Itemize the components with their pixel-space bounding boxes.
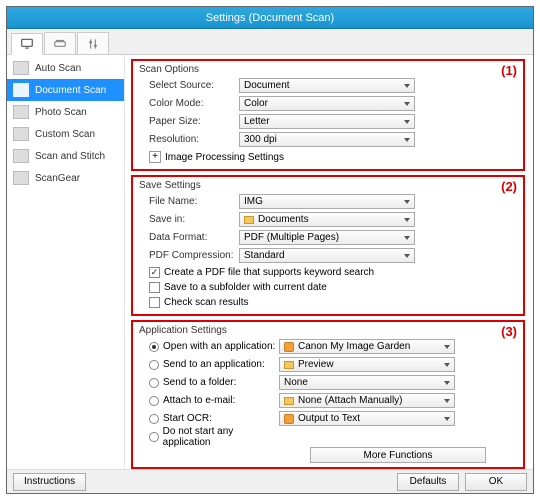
settings-panel: (1) Scan Options Select Source: Document… (125, 55, 533, 469)
do-not-start-radio[interactable]: Do not start any application (139, 426, 279, 448)
select-source-label: Select Source: (139, 80, 239, 91)
folder-icon (284, 397, 294, 405)
region-2-marker: (2) (501, 179, 517, 194)
app-icon (284, 414, 294, 424)
save-settings-title: Save Settings (139, 180, 517, 191)
photo-scan-icon (13, 105, 29, 119)
dialog-footer: Instructions Defaults OK (7, 469, 533, 493)
pdf-compression-label: PDF Compression: (139, 250, 239, 261)
sidebar: Auto Scan Document Scan Photo Scan Custo… (7, 55, 125, 469)
keyword-pdf-checkbox-row[interactable]: ✓ Create a PDF file that supports keywor… (139, 265, 517, 280)
more-functions-button[interactable]: More Functions (310, 447, 486, 463)
scanner-icon (52, 37, 68, 51)
settings-dialog: Settings (Document Scan) Auto Scan Docum… (6, 6, 534, 494)
sidebar-item-document-scan[interactable]: Document Scan (7, 79, 124, 101)
sliders-icon (85, 37, 101, 51)
send-to-folder-radio[interactable]: Send to a folder: (139, 377, 279, 388)
data-format-dropdown[interactable]: PDF (Multiple Pages) (239, 230, 415, 245)
check-results-checkbox-row[interactable]: Check scan results (139, 295, 517, 310)
scangear-icon (13, 171, 29, 185)
checkbox-icon (149, 282, 160, 293)
custom-scan-icon (13, 127, 29, 141)
radio-icon (149, 414, 159, 424)
select-source-dropdown[interactable]: Document (239, 78, 415, 93)
region-application-settings: (3) Application Settings Open with an ap… (131, 320, 525, 469)
image-processing-expander[interactable]: + Image Processing Settings (139, 149, 517, 165)
sidebar-item-scan-and-stitch[interactable]: Scan and Stitch (7, 145, 124, 167)
monitor-icon (19, 37, 35, 51)
open-with-app-radio[interactable]: Open with an application: (139, 341, 279, 352)
send-to-app-radio[interactable]: Send to an application: (139, 359, 279, 370)
pdf-compression-dropdown[interactable]: Standard (239, 248, 415, 263)
open-with-app-dropdown[interactable]: Canon My Image Garden (279, 339, 455, 354)
radio-icon (149, 378, 159, 388)
titlebar: Settings (Document Scan) (7, 7, 533, 29)
window-title: Settings (Document Scan) (206, 12, 334, 24)
scan-stitch-icon (13, 149, 29, 163)
resolution-label: Resolution: (139, 134, 239, 145)
instructions-button[interactable]: Instructions (13, 473, 86, 491)
paper-size-dropdown[interactable]: Letter (239, 114, 415, 129)
ok-button[interactable]: OK (465, 473, 527, 491)
plus-icon: + (149, 151, 161, 163)
start-ocr-dropdown[interactable]: Output to Text (279, 411, 455, 426)
defaults-button[interactable]: Defaults (397, 473, 459, 491)
sidebar-item-scangear[interactable]: ScanGear (7, 167, 124, 189)
save-in-dropdown[interactable]: Documents (239, 212, 415, 227)
sidebar-item-auto-scan[interactable]: Auto Scan (7, 57, 124, 79)
sidebar-item-custom-scan[interactable]: Custom Scan (7, 123, 124, 145)
send-to-folder-dropdown[interactable]: None (279, 375, 455, 390)
app-icon (284, 342, 294, 352)
paper-size-label: Paper Size: (139, 116, 239, 127)
region-save-settings: (2) Save Settings File Name: IMG Save in… (131, 175, 525, 316)
region-1-marker: (1) (501, 63, 517, 78)
resolution-dropdown[interactable]: 300 dpi (239, 132, 415, 147)
auto-scan-icon (13, 61, 29, 75)
folder-icon (284, 361, 294, 369)
send-to-app-dropdown[interactable]: Preview (279, 357, 455, 372)
radio-checked-icon (149, 342, 159, 352)
start-ocr-radio[interactable]: Start OCR: (139, 413, 279, 424)
document-scan-icon (13, 83, 29, 97)
subfolder-checkbox-row[interactable]: Save to a subfolder with current date (139, 280, 517, 295)
region-scan-options: (1) Scan Options Select Source: Document… (131, 59, 525, 171)
attach-email-dropdown[interactable]: None (Attach Manually) (279, 393, 455, 408)
app-settings-title: Application Settings (139, 325, 517, 336)
scan-options-title: Scan Options (139, 64, 517, 75)
radio-icon (149, 396, 159, 406)
region-3-marker: (3) (501, 324, 517, 339)
attach-email-radio[interactable]: Attach to e-mail: (139, 395, 279, 406)
radio-icon (149, 360, 159, 370)
sidebar-item-photo-scan[interactable]: Photo Scan (7, 101, 124, 123)
folder-icon (244, 216, 254, 224)
checkbox-checked-icon: ✓ (149, 267, 160, 278)
file-name-label: File Name: (139, 196, 239, 207)
tab-scan-from-panel[interactable] (44, 32, 76, 54)
save-in-label: Save in: (139, 214, 239, 225)
tab-scan-from-computer[interactable] (11, 33, 43, 55)
data-format-label: Data Format: (139, 232, 239, 243)
file-name-dropdown[interactable]: IMG (239, 194, 415, 209)
color-mode-label: Color Mode: (139, 98, 239, 109)
radio-icon (149, 432, 159, 442)
checkbox-icon (149, 297, 160, 308)
color-mode-dropdown[interactable]: Color (239, 96, 415, 111)
top-tabbar (7, 29, 533, 55)
tab-preferences[interactable] (77, 32, 109, 54)
